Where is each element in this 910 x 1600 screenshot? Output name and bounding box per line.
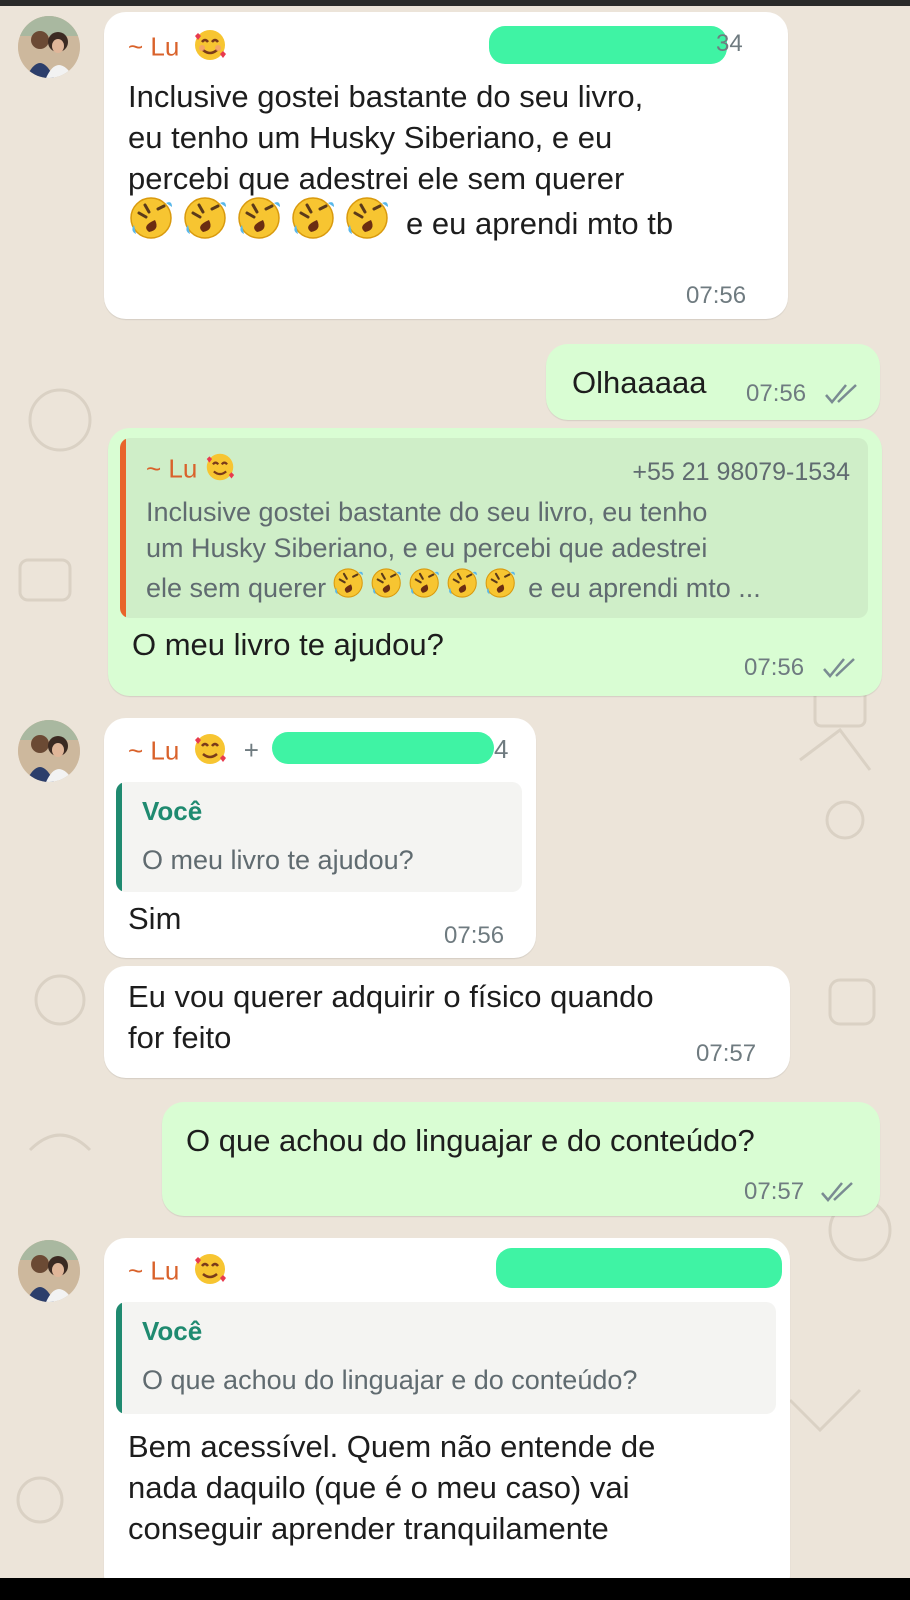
double-check-icon — [825, 384, 857, 404]
quoted-text: O meu livro te ajudou? — [142, 845, 414, 875]
outgoing-reply-message[interactable]: ~ Lu +55 21 98079-1534 Inclusive gostei … — [108, 428, 882, 696]
message-time: 07:56 — [744, 654, 805, 681]
incoming-message[interactable]: Eu vou querer adquirir o físico quando f… — [104, 966, 790, 1078]
bottom-edge — [0, 1578, 910, 1600]
redacted-phone — [272, 732, 494, 764]
smiling-face-with-hearts-icon — [193, 28, 227, 69]
smiling-face-with-hearts-icon — [205, 452, 235, 489]
message-text: Bem acessível. Quem não entende de nada … — [128, 1429, 656, 1546]
message-text: Inclusive gostei bastante do seu livro, … — [128, 76, 673, 247]
status-strip — [0, 0, 910, 6]
quoted-sender: Você — [142, 796, 203, 826]
contact-avatar[interactable] — [18, 720, 80, 782]
avatar-photo-icon — [18, 720, 80, 782]
laughing-emoji-icon — [128, 195, 398, 251]
message-time: 07:56 — [746, 380, 807, 407]
avatar-photo-icon — [18, 1240, 80, 1302]
message-time: 07:57 — [744, 1178, 805, 1205]
double-check-icon — [821, 1182, 853, 1202]
redacted-phone — [496, 1248, 782, 1288]
incoming-reply-message[interactable]: ~ Lu Você O que achou do linguajar e do … — [104, 1238, 790, 1598]
avatar-photo-icon — [18, 16, 80, 78]
phone-number-suffix: 34 — [716, 30, 743, 57]
message-text: O meu livro te ajudou? — [132, 627, 444, 662]
message-time: 07:56 — [686, 282, 747, 309]
message-text: Sim — [128, 901, 182, 936]
quote-accent-bar — [116, 1302, 122, 1414]
quoted-text: Inclusive gostei bastante do seu livro, … — [146, 494, 761, 609]
message-text: O que achou do linguajar e do conteúdo? — [186, 1123, 755, 1158]
phone-number-prefix: + — [243, 735, 259, 766]
message-text: Olhaaaaa — [572, 365, 707, 400]
smiling-face-with-hearts-icon — [193, 1252, 227, 1293]
redacted-phone — [489, 26, 727, 64]
contact-avatar[interactable] — [18, 16, 80, 78]
phone-number-suffix: 4 — [494, 734, 509, 764]
message-text: Eu vou querer adquirir o físico quando f… — [128, 979, 654, 1055]
message-time: 07:56 — [444, 922, 505, 949]
quoted-phone: +55 21 98079-1534 — [632, 458, 850, 486]
outgoing-message[interactable]: O que achou do linguajar e do conteúdo? … — [162, 1102, 880, 1216]
contact-avatar[interactable] — [18, 1240, 80, 1302]
quoted-message[interactable]: Você O meu livro te ajudou? — [116, 782, 522, 892]
laughing-emoji-icon — [332, 566, 522, 609]
quoted-sender: ~ Lu — [146, 452, 235, 489]
smiling-face-with-hearts-icon — [193, 732, 227, 773]
quoted-message[interactable]: ~ Lu +55 21 98079-1534 Inclusive gostei … — [120, 438, 868, 618]
sender-name[interactable]: ~ Lu — [128, 1252, 227, 1293]
quoted-message[interactable]: Você O que achou do linguajar e do conte… — [116, 1302, 776, 1414]
quoted-sender: Você — [142, 1316, 203, 1346]
sender-name[interactable]: ~ Lu — [128, 28, 227, 69]
quoted-text: O que achou do linguajar e do conteúdo? — [142, 1365, 638, 1395]
outgoing-message[interactable]: Olhaaaaa 07:56 — [546, 344, 880, 420]
message-time: 07:57 — [696, 1040, 757, 1067]
sender-name[interactable]: ~ Lu + — [128, 732, 259, 773]
incoming-message[interactable]: ~ Lu 34 Inclusive gostei bastante do seu… — [104, 12, 788, 319]
incoming-reply-message[interactable]: ~ Lu + 4 Você O meu livro te ajudou? Sim… — [104, 718, 536, 958]
quote-accent-bar — [120, 438, 126, 618]
double-check-icon — [823, 658, 855, 678]
quote-accent-bar — [116, 782, 122, 892]
